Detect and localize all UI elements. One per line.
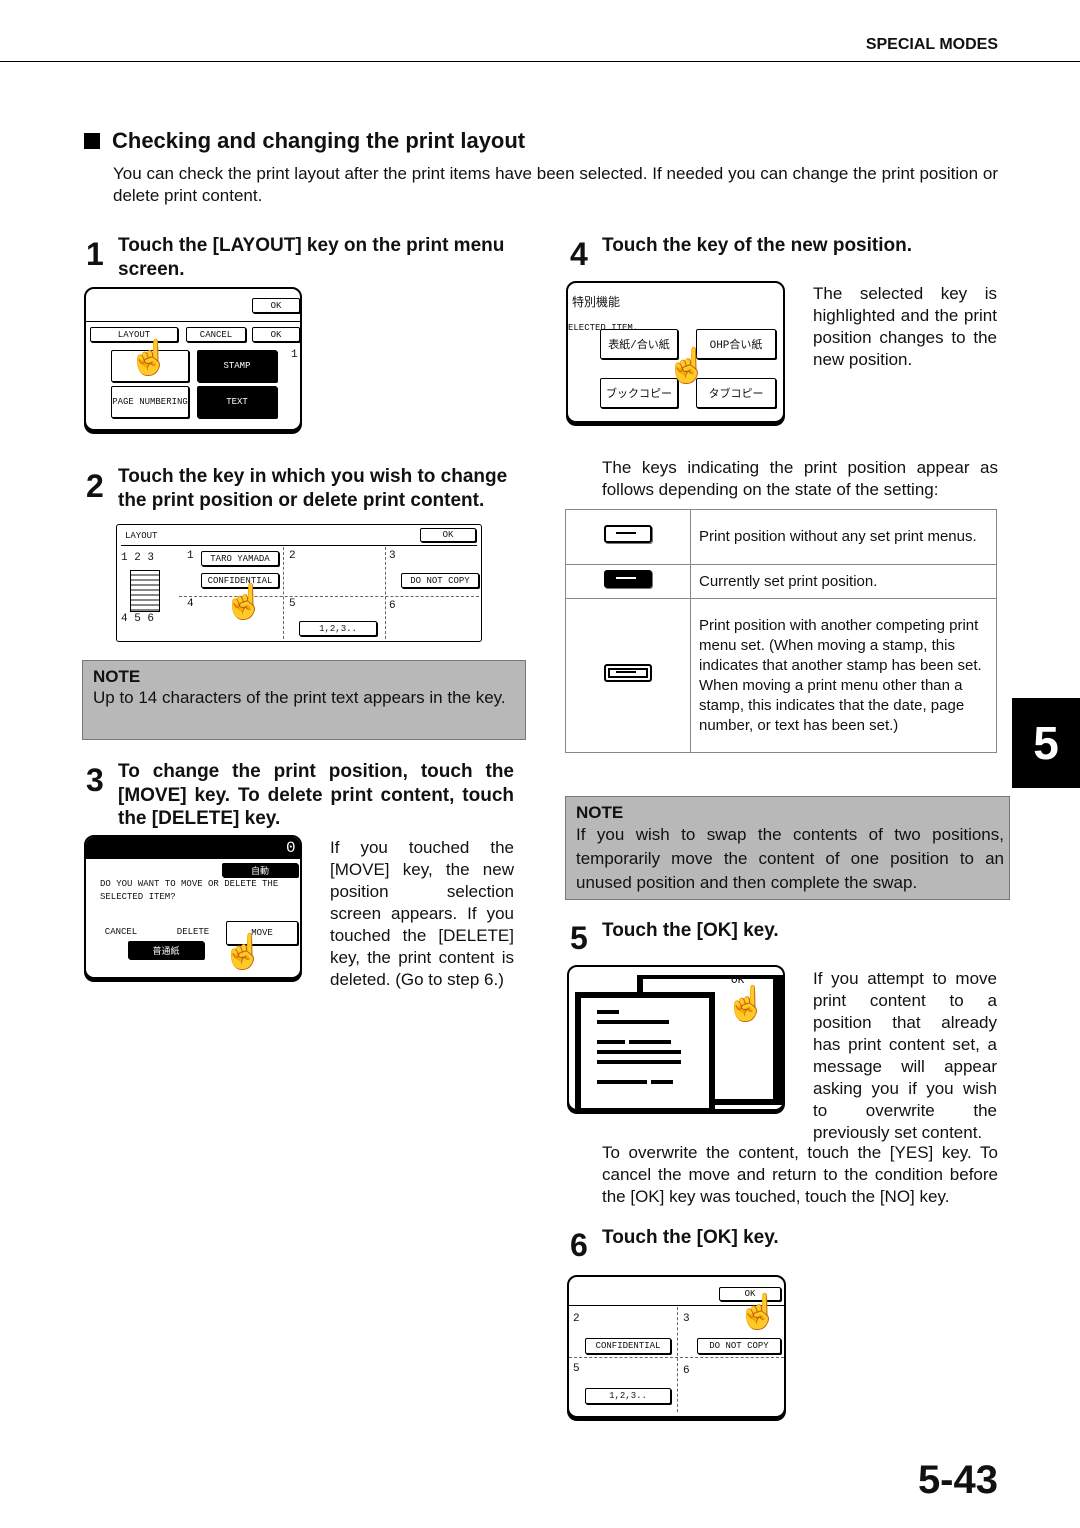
delete-button[interactable]: DELETE: [166, 925, 220, 939]
pointing-hand-icon: ☝: [725, 985, 768, 1023]
ok-button[interactable]: OK: [252, 298, 300, 313]
confidential-key[interactable]: CONFIDENTIAL: [585, 1338, 671, 1354]
step-heading: Touch the key in which you wish to chang…: [118, 466, 508, 511]
move-delete-screen: 0 自動 DO YOU WANT TO MOVE OR DELETE THE S…: [84, 835, 302, 979]
step-number: 5: [570, 920, 588, 956]
running-header: SPECIAL MODES: [865, 36, 998, 53]
cell-3-label: 3: [389, 550, 396, 562]
auto-key: 自動: [222, 863, 298, 877]
step-number: 4: [570, 236, 588, 272]
step-body: If you touched the [MOVE] key, the new p…: [330, 838, 514, 989]
section-intro: You can check the print layout after the…: [113, 164, 998, 205]
do-not-copy-key[interactable]: DO NOT COPY: [401, 573, 479, 588]
message-line-1: DO YOU WANT TO MOVE OR DELETE THE: [100, 879, 279, 889]
page-diagram: [130, 570, 160, 612]
cell-3-label: 3: [683, 1313, 690, 1325]
cell-6-label: 6: [389, 600, 396, 612]
diagram-bottom-labels: 4 5 6: [121, 613, 155, 625]
step-heading: Touch the [OK] key.: [602, 1227, 779, 1248]
step-heading: Touch the key of the new position.: [602, 235, 912, 256]
note-title: NOTE: [576, 803, 624, 822]
note-box: NOTE If you wish to swap the contents of…: [565, 796, 1010, 900]
stamp-key[interactable]: STAMP: [197, 350, 277, 382]
layout-confirm-screen: OK 2 3 5 6 CONFIDENTIAL DO NOT COPY 1,2,…: [567, 1275, 786, 1418]
page-numbering-key[interactable]: PAGE NUMBERING: [111, 386, 189, 418]
step-number: 2: [86, 468, 104, 504]
message-line-2: SELECTED ITEM?: [100, 892, 176, 902]
text-key[interactable]: TEXT: [197, 386, 277, 418]
cell-4-label: 4: [187, 598, 194, 610]
pointing-hand-icon: ☝: [223, 583, 266, 621]
cell-2-label: 2: [289, 550, 296, 562]
key-competing-icon: [604, 663, 652, 682]
section-title: Checking and changing the print layout: [112, 128, 526, 153]
screen-top-bar: [86, 837, 300, 859]
pointing-hand-icon: ☝: [666, 347, 709, 385]
step-number: 6: [570, 1227, 588, 1263]
ok-button[interactable]: OK: [252, 327, 300, 342]
row-description: Print position without any set print men…: [690, 509, 997, 565]
page-number: 5-43: [917, 1458, 998, 1502]
front-page: [575, 992, 715, 1109]
page-number-key[interactable]: 1,2,3..: [585, 1388, 671, 1404]
step-heading: Touch the [LAYOUT] key on the print menu…: [118, 235, 505, 280]
header-rule: [0, 61, 1080, 62]
section-heading: Checking and changing the print layout: [84, 128, 525, 154]
step-paragraph: The keys indicating the print position a…: [602, 458, 998, 499]
chapter-tab: 5: [1012, 698, 1080, 788]
table-row: Print position with another competing pr…: [565, 598, 997, 753]
step-body: If you attempt to move print content to …: [813, 969, 997, 1142]
key-normal-icon: [604, 525, 652, 543]
fragment-label: 1.: [291, 349, 300, 361]
row-description: Print position with another competing pr…: [690, 598, 997, 753]
pointing-hand-icon: ☝: [222, 933, 265, 971]
page-number-key[interactable]: 1,2,3..: [299, 621, 377, 636]
pointing-hand-icon: ☝: [737, 1293, 780, 1331]
square-bullet-icon: [84, 133, 100, 149]
special-modes-screen: 特別機能 ELECTED ITEM. 表紙/合い紙 OHP合い紙 ブックコピー …: [566, 281, 785, 423]
layout-screen: LAYOUT OK 1 2 3 4 5 6 1 2 3 4 5 6 TARO Y…: [116, 524, 482, 642]
manual-page: SPECIAL MODES Checking and changing the …: [0, 0, 1080, 1528]
table-row: Currently set print position.: [565, 564, 997, 599]
step-body: The selected key is highlighted and the …: [813, 284, 997, 369]
row-description: Currently set print position.: [690, 564, 997, 599]
diagram-top-labels: 1 2 3: [121, 552, 155, 564]
taro-yamada-key[interactable]: TARO YAMADA: [201, 551, 279, 566]
step-number: 3: [86, 762, 104, 798]
cancel-button[interactable]: CANCEL: [186, 327, 246, 342]
ok-button[interactable]: OK: [420, 528, 476, 542]
cell-6-label: 6: [683, 1365, 690, 1377]
cell-1-label: 1: [187, 550, 194, 562]
cancel-button[interactable]: CANCEL: [92, 925, 150, 939]
note-text: If you wish to swap the contents of two …: [576, 825, 1004, 892]
do-not-copy-key[interactable]: DO NOT COPY: [697, 1338, 781, 1354]
step-number: 1: [86, 236, 104, 272]
note-title: NOTE: [93, 667, 141, 686]
plain-paper-key: 普通紙: [128, 941, 204, 959]
screen-title: 特別機能: [572, 296, 621, 310]
cell-5-label: 5: [289, 598, 296, 610]
note-text: Up to 14 characters of the print text ap…: [93, 688, 506, 707]
copy-counter: 0: [286, 839, 296, 857]
note-box: NOTE Up to 14 characters of the print te…: [82, 660, 526, 740]
cell-5-label: 5: [573, 1363, 580, 1375]
position-key-table: Print position without any set print men…: [565, 509, 997, 753]
pointing-hand-icon: ☝: [128, 339, 171, 377]
cell-2-label: 2: [573, 1313, 580, 1325]
print-menu-screen: OK LAYOUT CANCEL OK STAMP 1. PAGE NUMBER…: [84, 287, 302, 431]
step-heading: Touch the [OK] key.: [602, 920, 779, 941]
layout-preview-screen: OK ☝: [567, 965, 785, 1111]
step-paragraph: To overwrite the content, touch the [YES…: [602, 1143, 998, 1206]
table-row: Print position without any set print men…: [565, 509, 997, 565]
screen-title: LAYOUT: [125, 531, 158, 541]
key-highlighted-icon: [604, 569, 652, 588]
step-heading: To change the print position, touch the …: [118, 761, 514, 829]
